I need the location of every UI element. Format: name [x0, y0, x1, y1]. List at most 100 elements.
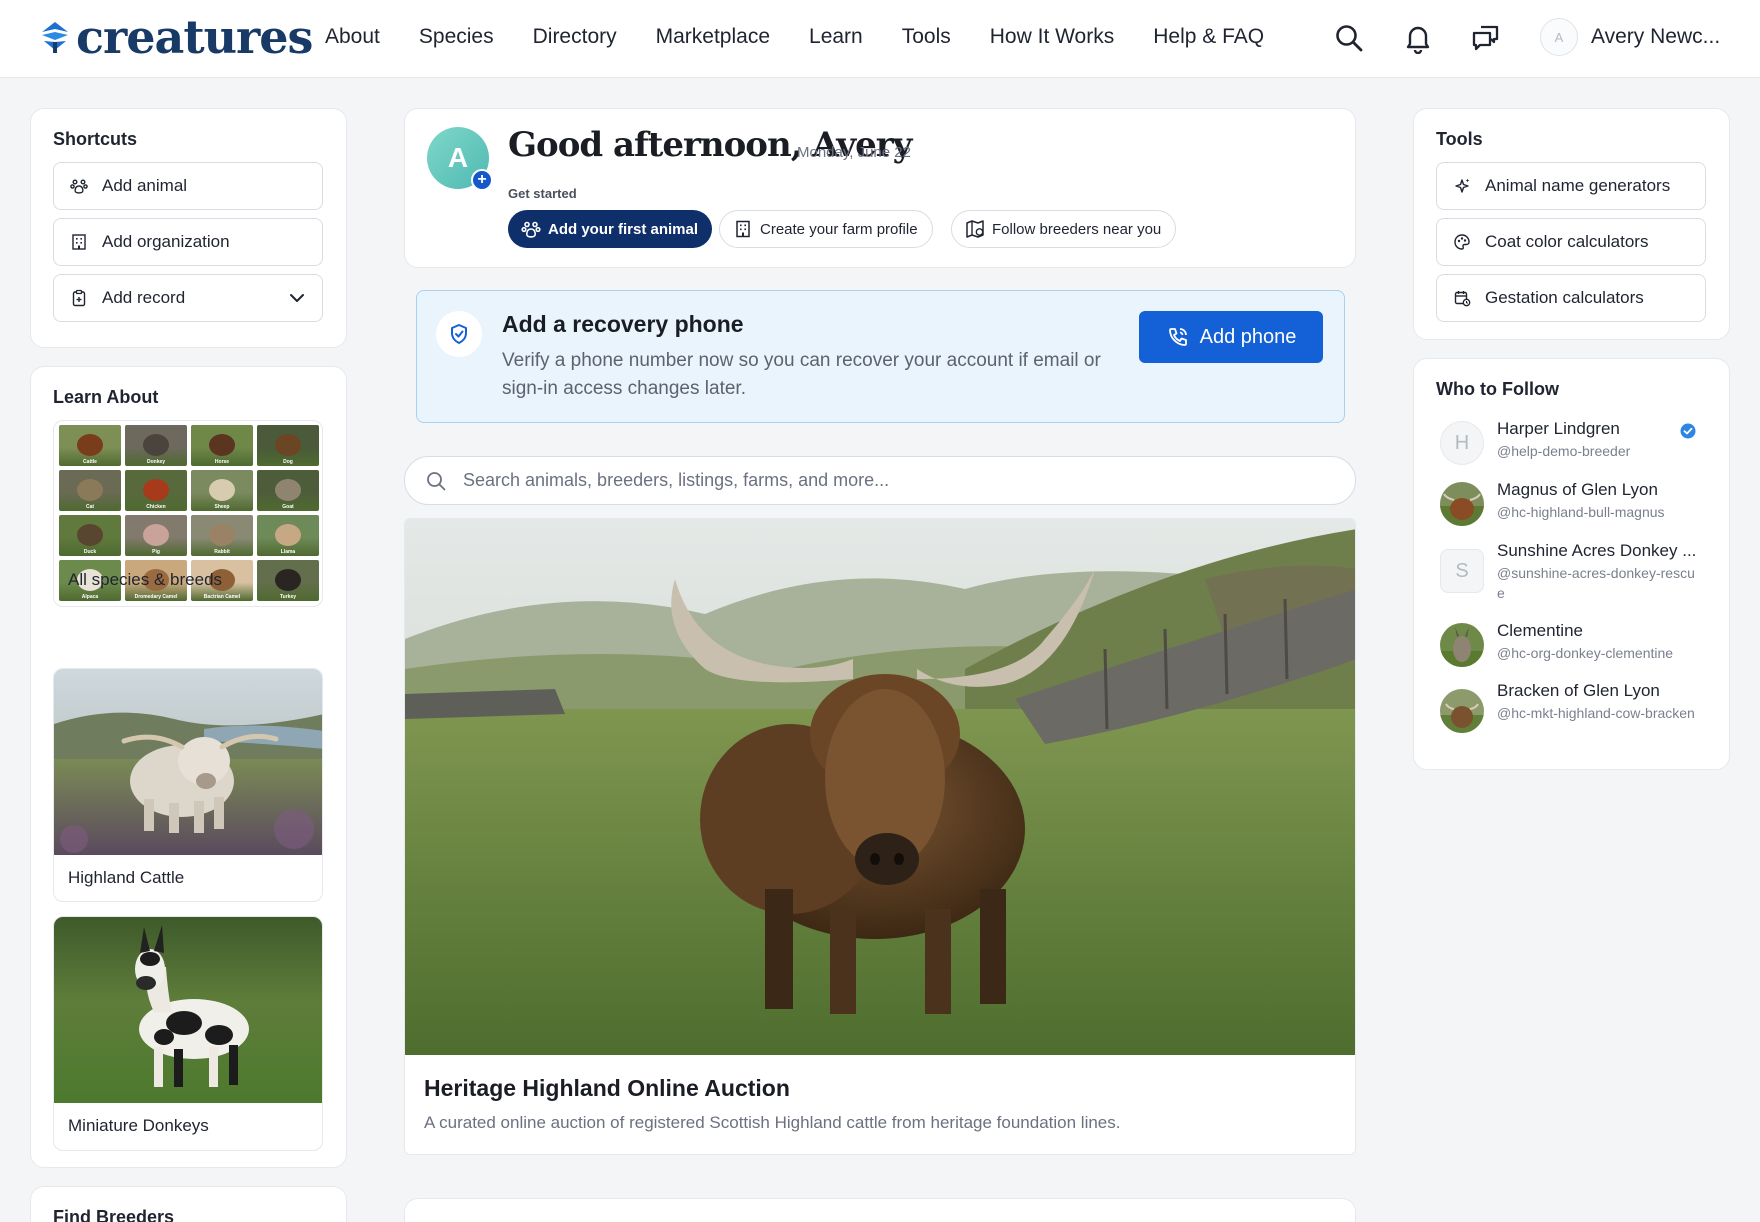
- learn-about-title: Learn About: [53, 387, 159, 407]
- follow-item[interactable]: S Sunshine Acres Donkey ... @sunshine-ac…: [1436, 541, 1706, 609]
- messages-icon[interactable]: [1470, 22, 1502, 54]
- find-breeders-title: Find Breeders: [53, 1207, 175, 1222]
- avatar: H: [1440, 421, 1484, 465]
- nav-directory[interactable]: Directory: [533, 25, 617, 49]
- building-icon: [736, 220, 750, 238]
- species-animal-shape: [143, 524, 169, 546]
- follow-name: Clementine: [1497, 621, 1583, 640]
- brand-logo[interactable]: creatures: [38, 14, 313, 60]
- nav-marketplace[interactable]: Marketplace: [656, 25, 770, 49]
- learn-about-card: Learn About Cattle Donkey Horse Dog Cat Chick…: [30, 366, 347, 1168]
- main-nav: About Species Directory Marketplace Lear…: [325, 25, 1303, 49]
- add-record-button[interactable]: Add record: [53, 274, 323, 322]
- next-feed-card: [404, 1198, 1356, 1222]
- nav-species[interactable]: Species: [419, 25, 494, 49]
- species-animal-shape: [143, 479, 169, 501]
- species-animal-shape: [77, 524, 103, 546]
- shortcuts-card: Shortcuts Add animal Add organization Ad…: [30, 108, 347, 348]
- species-thumbnail[interactable]: Dog: [257, 425, 319, 466]
- species-thumbnail[interactable]: Duck: [59, 515, 121, 556]
- follow-name: Magnus of Glen Lyon: [1497, 480, 1658, 499]
- paw-icon: [70, 179, 88, 194]
- follow-item[interactable]: H Harper Lindgren @help-demo-breeder: [1436, 419, 1706, 467]
- species-animal-shape: [275, 434, 301, 456]
- avatar: S: [1440, 549, 1484, 593]
- species-animal-shape: [77, 479, 103, 501]
- species-thumbnail[interactable]: Chicken: [125, 470, 187, 511]
- species-thumbnail[interactable]: Turkey: [257, 560, 319, 601]
- species-animal-shape: [209, 524, 235, 546]
- feed-image: [405, 519, 1355, 1055]
- follow-handle: @help-demo-breeder: [1497, 443, 1631, 459]
- species-thumbnail[interactable]: Llama: [257, 515, 319, 556]
- feed-card[interactable]: Heritage Highland Online Auction A curat…: [404, 518, 1356, 1155]
- tools-card: Tools Animal name generators Coat color …: [1413, 108, 1730, 340]
- follow-handle: @hc-org-donkey-clementine: [1497, 645, 1674, 661]
- phone-icon: [1168, 328, 1187, 346]
- species-thumbnail[interactable]: Pig: [125, 515, 187, 556]
- follow-breeders-button[interactable]: Follow breeders near you: [951, 210, 1177, 248]
- species-label: Donkey: [146, 459, 166, 465]
- add-photo-icon[interactable]: +: [471, 169, 493, 191]
- species-label: Cattle: [83, 459, 97, 465]
- species-thumbnail[interactable]: Goat: [257, 470, 319, 511]
- bell-icon[interactable]: [1402, 22, 1434, 54]
- all-species-label: All species & breeds: [68, 570, 223, 589]
- animal-name-generators-button[interactable]: Animal name generators: [1436, 162, 1706, 210]
- highland-bull-avatar-image: [1440, 482, 1484, 526]
- building-icon: [72, 234, 86, 250]
- nav-tools[interactable]: Tools: [902, 25, 951, 49]
- all-species-tile[interactable]: Cattle Donkey Horse Dog Cat Chicken Sheep Goat D…: [53, 420, 323, 607]
- follow-item[interactable]: Magnus of Glen Lyon @hc-highland-bull-ma…: [1436, 480, 1706, 528]
- nav-how-it-works[interactable]: How It Works: [990, 25, 1114, 49]
- miniature-donkeys-label: Miniature Donkeys: [68, 1116, 209, 1135]
- species-label: Goat: [282, 504, 294, 510]
- follow-item[interactable]: Clementine @hc-org-donkey-clementine: [1436, 621, 1706, 669]
- who-to-follow-title: Who to Follow: [1436, 379, 1559, 399]
- coat-color-calculators-label: Coat color calculators: [1485, 232, 1649, 251]
- coat-color-calculators-button[interactable]: Coat color calculators: [1436, 218, 1706, 266]
- search-bar[interactable]: [404, 456, 1356, 505]
- calendar-icon: [1454, 291, 1471, 307]
- top-navigation: creatures About Species Directory Market…: [0, 0, 1760, 78]
- add-first-animal-button[interactable]: Add your first animal: [508, 210, 713, 248]
- species-thumbnail[interactable]: Donkey: [125, 425, 187, 466]
- greeting-card: A + Good afternoon, Avery Monday, June 2…: [404, 108, 1356, 268]
- search-icon[interactable]: [1333, 22, 1365, 54]
- species-label: Sheep: [214, 504, 230, 510]
- search-icon: [427, 471, 446, 490]
- map-pin-icon: [966, 220, 984, 238]
- search-input[interactable]: [463, 470, 1323, 491]
- avatar: [1440, 689, 1484, 733]
- avatar: [1440, 482, 1484, 526]
- follow-item[interactable]: Bracken of Glen Lyon @hc-mkt-highland-co…: [1436, 681, 1706, 749]
- feed-subtitle: A curated online auction of registered S…: [424, 1113, 1121, 1132]
- nav-about[interactable]: About: [325, 25, 380, 49]
- miniature-donkey-image: [54, 917, 322, 1103]
- add-phone-button[interactable]: Add phone: [1139, 311, 1323, 363]
- species-label: Cat: [85, 504, 95, 510]
- chevron-down-icon[interactable]: [288, 289, 306, 307]
- gestation-calculators-button[interactable]: Gestation calculators: [1436, 274, 1706, 322]
- species-thumbnail[interactable]: Sheep: [191, 470, 253, 511]
- avatar: [1440, 623, 1484, 667]
- species-thumbnail[interactable]: Cattle: [59, 425, 121, 466]
- create-farm-profile-button[interactable]: Create your farm profile: [719, 210, 933, 248]
- highland-cattle-tile[interactable]: Highland Cattle: [53, 668, 323, 902]
- add-animal-button[interactable]: Add animal: [53, 162, 323, 210]
- nav-help-faq[interactable]: Help & FAQ: [1153, 25, 1264, 49]
- species-thumbnail[interactable]: Horse: [191, 425, 253, 466]
- donkey-avatar-image: [1440, 623, 1484, 667]
- verified-badge-icon: [1680, 423, 1696, 439]
- miniature-donkeys-tile[interactable]: Miniature Donkeys: [53, 916, 323, 1151]
- species-animal-shape: [275, 569, 301, 591]
- species-thumbnail[interactable]: Cat: [59, 470, 121, 511]
- species-animal-shape: [77, 434, 103, 456]
- user-menu[interactable]: A Avery Newc...: [1540, 18, 1720, 56]
- nav-learn[interactable]: Learn: [809, 25, 863, 49]
- species-animal-shape: [143, 434, 169, 456]
- follow-handle: @hc-highland-bull-magnus: [1497, 504, 1665, 520]
- follow-breeders-label: Follow breeders near you: [992, 220, 1162, 238]
- add-organization-button[interactable]: Add organization: [53, 218, 323, 266]
- species-thumbnail[interactable]: Rabbit: [191, 515, 253, 556]
